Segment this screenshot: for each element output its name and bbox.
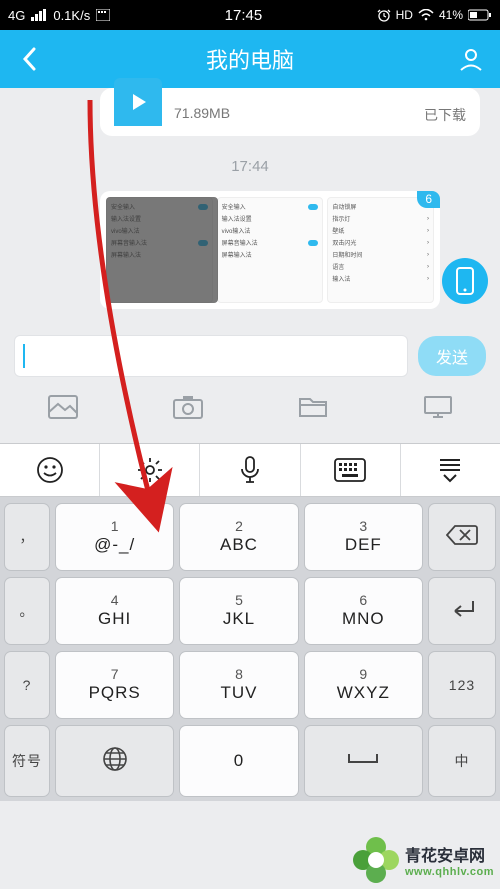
file-status: 已下载: [424, 105, 466, 125]
battery-icon: [468, 9, 492, 21]
file-size: 71.89MB: [174, 105, 230, 125]
gallery-icon[interactable]: [45, 393, 81, 421]
status-bar: 4G 0.1K/s 17:45 HD 41%: [0, 0, 500, 30]
speed-label: 0.1K/s: [53, 8, 90, 23]
collapse-keyboard-button[interactable]: [401, 444, 500, 496]
monitor-icon[interactable]: [420, 393, 456, 421]
key-lang[interactable]: 中: [428, 725, 496, 797]
key-period[interactable]: 。: [4, 577, 50, 645]
key-symbols[interactable]: 符号: [4, 725, 50, 797]
text-cursor: [23, 344, 25, 368]
key-0[interactable]: 0: [179, 725, 298, 797]
profile-button[interactable]: [456, 44, 486, 74]
play-icon: [114, 78, 162, 126]
key-5[interactable]: 5JKL: [179, 577, 298, 645]
watermark-title: 青花安卓网: [405, 842, 494, 866]
image-message[interactable]: 安全输入 输入法设置 vivo输入法 屏幕音输入法 屏幕输入法 安全输入 输入法…: [100, 191, 440, 309]
wifi-icon: [418, 9, 434, 21]
key-2[interactable]: 2ABC: [179, 503, 298, 571]
globe-icon: [102, 746, 128, 777]
key-8[interactable]: 8TUV: [179, 651, 298, 719]
file-message[interactable]: 71.89MB 已下载: [100, 88, 480, 136]
camera-icon[interactable]: [170, 393, 206, 421]
hd-label: HD: [396, 8, 413, 22]
chat-header: 我的电脑: [0, 30, 500, 88]
voice-button[interactable]: [200, 444, 300, 496]
emoji-button[interactable]: [0, 444, 100, 496]
network-label: 4G: [8, 8, 25, 23]
key-globe[interactable]: [55, 725, 174, 797]
watermark-url: www.qhhlv.com: [405, 866, 494, 878]
keyboard-type-button[interactable]: [301, 444, 401, 496]
message-input[interactable]: [14, 335, 408, 377]
keyboard: ， 1@-_/ 2ABC 3DEF 。 4GHI 5JKL 6MNO ? 7PQ…: [0, 497, 500, 801]
key-7[interactable]: 7PQRS: [55, 651, 174, 719]
key-numbers[interactable]: 123: [428, 651, 496, 719]
key-backspace[interactable]: [428, 503, 496, 571]
key-question[interactable]: ?: [4, 651, 50, 719]
image-overlay: [106, 197, 218, 303]
alarm-icon: [377, 8, 391, 22]
watermark-logo-icon: [353, 837, 399, 883]
backspace-icon: [446, 524, 478, 551]
send-button[interactable]: 发送: [418, 336, 486, 376]
device-float-button[interactable]: [442, 258, 488, 304]
key-comma[interactable]: ，: [4, 503, 50, 571]
keyboard-toolbar: [0, 443, 500, 497]
space-icon: [345, 750, 381, 773]
watermark: 青花安卓网 www.qhhlv.com: [353, 837, 494, 883]
settings-button[interactable]: [100, 444, 200, 496]
key-space[interactable]: [304, 725, 423, 797]
key-4[interactable]: 4GHI: [55, 577, 174, 645]
back-button[interactable]: [14, 44, 44, 74]
enter-icon: [447, 597, 477, 626]
media-row: [0, 387, 500, 433]
battery-pct: 41%: [439, 8, 463, 22]
sim-icon: [96, 9, 110, 21]
time-separator: 17:44: [0, 136, 500, 191]
clock: 17:45: [110, 7, 376, 24]
signal-icon: [31, 9, 47, 21]
image-count-badge: 6: [417, 191, 440, 208]
key-3[interactable]: 3DEF: [304, 503, 423, 571]
chat-area: 71.89MB 已下载 17:44 安全输入 输入法设置 vivo输入法 屏幕音…: [0, 88, 500, 443]
key-6[interactable]: 6MNO: [304, 577, 423, 645]
page-title: 我的电脑: [206, 43, 294, 75]
input-row: 发送: [0, 325, 500, 387]
key-9[interactable]: 9WXYZ: [304, 651, 423, 719]
key-enter[interactable]: [428, 577, 496, 645]
folder-icon[interactable]: [295, 393, 331, 421]
key-1[interactable]: 1@-_/: [55, 503, 174, 571]
